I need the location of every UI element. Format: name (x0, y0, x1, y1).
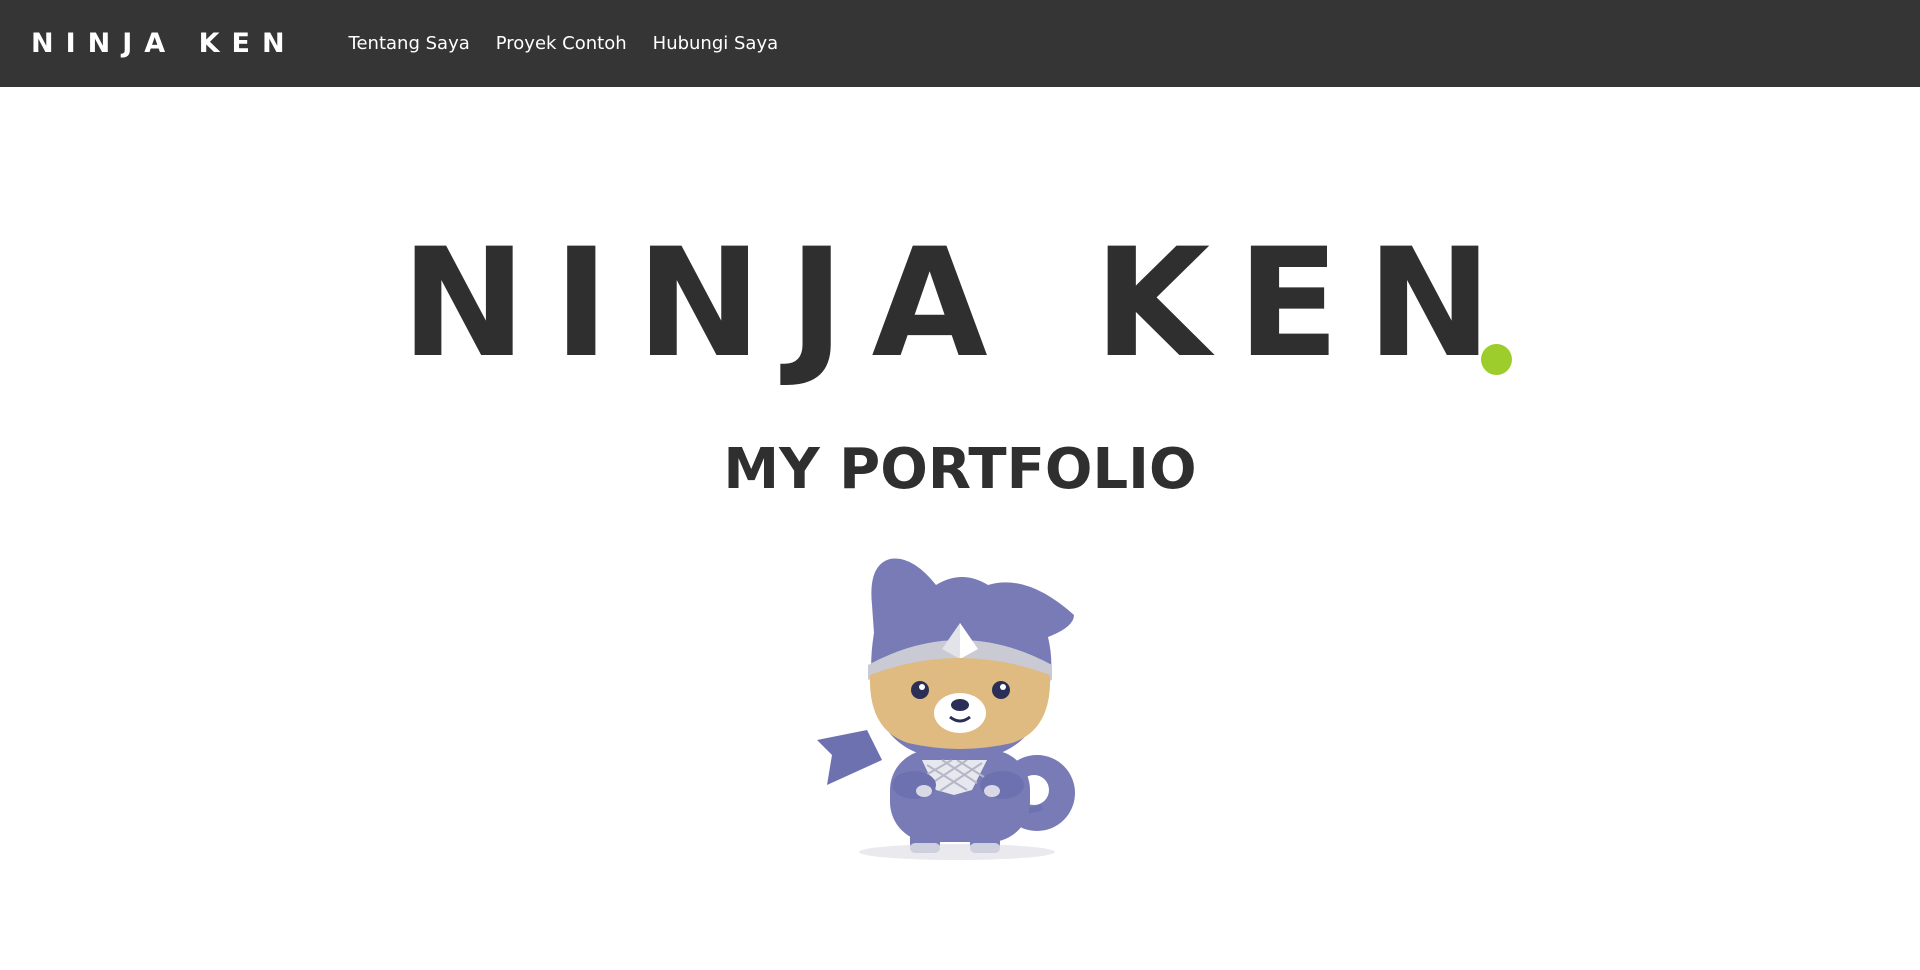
hero-section: NINJA KEN MY PORTFOLIO (0, 87, 1920, 970)
top-navbar: NINJA KEN Tentang Saya Proyek Contoh Hub… (0, 0, 1920, 87)
nav-link-proyek-contoh[interactable]: Proyek Contoh (496, 33, 627, 54)
nav-link-tentang-saya[interactable]: Tentang Saya (349, 33, 470, 54)
nav-link-hubungi-saya[interactable]: Hubungi Saya (653, 33, 778, 54)
brand-logo-link[interactable]: NINJA KEN (31, 28, 297, 59)
nav-links: Tentang Saya Proyek Contoh Hubungi Saya (349, 33, 805, 54)
accent-dot (1481, 344, 1512, 375)
hero-subtitle: MY PORTFOLIO (723, 437, 1197, 502)
ninja-dog-mascot-icon (817, 558, 1075, 860)
hero-title: NINJA KEN (400, 217, 1520, 391)
